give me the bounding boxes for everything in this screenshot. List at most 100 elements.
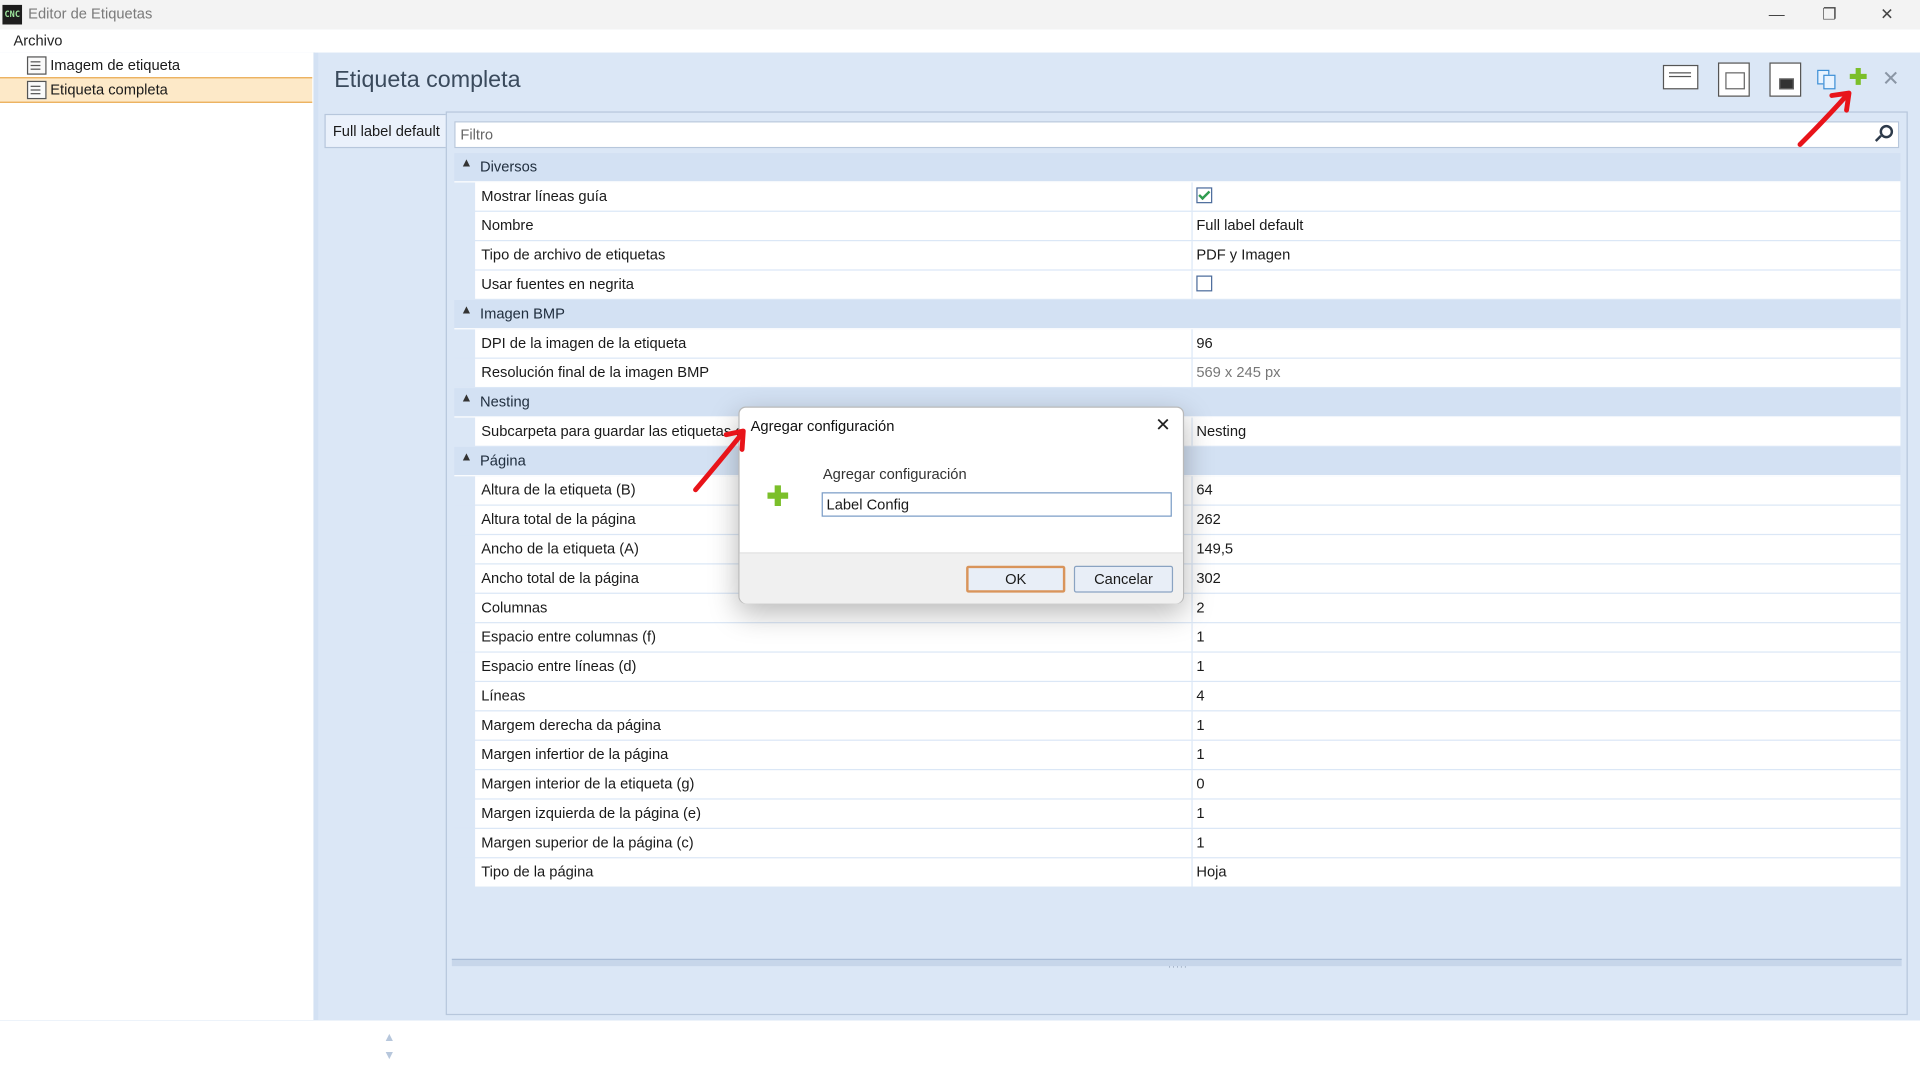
dialog-close-icon[interactable]: ✕	[1155, 414, 1170, 436]
property-name-cell[interactable]: Margen interior de la etiqueta (g)	[475, 770, 1193, 799]
ok-button[interactable]: OK	[966, 565, 1066, 593]
property-value-cell[interactable]: Full label default	[1192, 211, 1901, 241]
property-name: Ancho de la etiqueta (A)	[481, 540, 639, 558]
tab-full-label-default[interactable]: Full label default	[324, 113, 449, 149]
property-value-cell[interactable]	[1192, 270, 1901, 299]
property-name: Margen izquierda de la página (e)	[481, 804, 701, 822]
filter-input[interactable]: Filtro	[454, 121, 1900, 149]
property-name-cell[interactable]: Margem derecha da página	[475, 711, 1193, 740]
copy-config-icon[interactable]	[1817, 69, 1839, 92]
full-label-icon	[26, 80, 47, 100]
scroll-down-icon[interactable]: ▼	[383, 1047, 395, 1065]
collapse-caret-icon[interactable]: ▲	[460, 304, 472, 317]
add-config-icon[interactable]: ✚	[1849, 65, 1867, 91]
tab-scroll-arrows[interactable]: ▲ ▼	[383, 1029, 395, 1065]
property-name: Columnas	[481, 598, 548, 616]
property-value-cell[interactable]: 1	[1192, 740, 1901, 769]
property-value: 96	[1196, 334, 1213, 352]
property-name-cell[interactable]: Mostrar líneas guía	[475, 182, 1193, 211]
category-label: Página	[480, 451, 526, 469]
horizontal-splitter[interactable]: .....	[451, 958, 1902, 970]
checkbox-unchecked[interactable]	[1196, 275, 1213, 292]
config-name-input[interactable]: Label Config	[821, 492, 1172, 517]
collapse-caret-icon[interactable]: ▲	[460, 157, 472, 170]
property-value-cell[interactable]	[1192, 182, 1901, 211]
property-value-cell[interactable]: 96	[1192, 329, 1901, 358]
property-name-cell[interactable]: Usar fuentes en negrita	[475, 270, 1193, 299]
property-value-cell[interactable]: 1	[1192, 623, 1901, 652]
minimize-button[interactable]: —	[1749, 0, 1805, 29]
property-value: PDF y Imagen	[1196, 246, 1291, 264]
property-name-cell[interactable]: Líneas	[475, 682, 1193, 711]
splitter-grip-icon: .....	[1168, 958, 1188, 970]
property-value-cell[interactable]: 262	[1192, 505, 1901, 534]
property-name-cell[interactable]: DPI de la imagen de la etiqueta	[475, 329, 1193, 358]
category-header[interactable]: ▲ Imagen BMP	[454, 300, 1901, 330]
property-name: Usar fuentes en negrita	[481, 275, 634, 293]
property-value-cell[interactable]: 64	[1192, 476, 1901, 505]
checkbox-checked[interactable]	[1196, 187, 1213, 204]
property-name: Margen infertior de la página	[481, 745, 669, 763]
property-row: Tipo de la página Hoja	[454, 858, 1901, 888]
property-name-cell[interactable]: Margen izquierda de la página (e)	[475, 799, 1193, 828]
maximize-button[interactable]: ❐	[1801, 0, 1857, 29]
property-name: Ancho total de la página	[481, 569, 639, 587]
property-name: Altura de la etiqueta (B)	[481, 481, 636, 499]
property-name: Resolución final de la imagen BMP	[481, 363, 710, 381]
search-icon[interactable]	[1879, 124, 1894, 139]
property-value-cell[interactable]: 302	[1192, 564, 1901, 593]
tree-item-imagem-de-etiqueta[interactable]: Imagem de etiqueta	[0, 54, 312, 77]
property-value-cell[interactable]: 1	[1192, 652, 1901, 681]
property-value-cell[interactable]: Hoja	[1192, 858, 1901, 887]
property-name-cell[interactable]: Resolución final de la imagen BMP	[475, 358, 1193, 387]
property-name: Tipo de archivo de etiquetas	[481, 246, 666, 264]
property-row: Resolución final de la imagen BMP 569 x 2…	[454, 358, 1901, 389]
camera-preview-icon[interactable]	[1769, 62, 1802, 97]
property-value-cell[interactable]: 149,5	[1192, 535, 1901, 564]
property-name-cell[interactable]: Tipo de la página	[475, 858, 1193, 887]
property-value-cell[interactable]: 0	[1192, 770, 1901, 799]
delete-config-icon[interactable]: ✕	[1882, 67, 1899, 91]
property-row: Líneas 4	[454, 682, 1901, 712]
label-image-icon	[26, 56, 47, 75]
property-name-cell[interactable]: Nombre	[475, 211, 1193, 241]
property-name-cell[interactable]: Espacio entre columnas (f)	[475, 623, 1193, 652]
category-label: Imagen BMP	[480, 304, 565, 323]
page-layout-icon[interactable]	[1717, 62, 1750, 97]
property-name: DPI de la imagen de la etiqueta	[481, 334, 687, 352]
collapse-caret-icon[interactable]: ▲	[460, 392, 472, 405]
property-value-cell[interactable]: 1	[1192, 828, 1901, 858]
property-value: 1	[1196, 657, 1205, 675]
add-icon: ✚	[766, 481, 790, 512]
add-config-dialog: Agregar configuración ✕ ✚ Agregar config…	[738, 406, 1185, 604]
scroll-up-icon[interactable]: ▲	[383, 1029, 395, 1047]
property-value-cell[interactable]: PDF y Imagen	[1192, 241, 1901, 270]
property-value-cell[interactable]: Nesting	[1192, 417, 1901, 446]
category-header[interactable]: ▲ Diversos	[454, 153, 1901, 183]
property-name-cell[interactable]: Margen infertior de la página	[475, 740, 1193, 769]
tree-item-etiqueta-completa[interactable]: Etiqueta completa	[0, 77, 313, 103]
menu-archivo[interactable]: Archivo	[13, 32, 62, 49]
property-value-cell[interactable]: 1	[1192, 711, 1901, 740]
property-name-cell[interactable]: Espacio entre líneas (d)	[475, 652, 1193, 681]
property-value-cell[interactable]: 2	[1192, 593, 1901, 623]
property-value: 1	[1196, 628, 1205, 646]
property-value-cell[interactable]: 1	[1192, 799, 1901, 828]
close-window-button[interactable]: ✕	[1859, 0, 1915, 29]
property-name: Margen interior de la etiqueta (g)	[481, 775, 695, 793]
property-name-cell[interactable]: Margen superior de la página (c)	[475, 828, 1193, 858]
property-value: 302	[1196, 569, 1221, 587]
property-row: Margen izquierda de la página (e) 1	[454, 799, 1901, 829]
property-value-cell[interactable]: 4	[1192, 682, 1901, 711]
app-window: CNC Editor de Etiquetas — ❐ ✕ Archivo Im…	[0, 0, 1920, 1063]
label-layout-icon[interactable]	[1662, 64, 1699, 90]
property-value: 0	[1196, 775, 1205, 793]
property-row: DPI de la imagen de la etiqueta 96	[454, 329, 1901, 359]
property-name-cell[interactable]: Tipo de archivo de etiquetas	[475, 241, 1193, 270]
collapse-caret-icon[interactable]: ▲	[460, 451, 472, 464]
property-value-cell[interactable]: 569 x 245 px	[1192, 358, 1901, 387]
property-row: Espacio entre columnas (f) 1	[454, 623, 1901, 653]
property-name: Nombre	[481, 216, 534, 234]
cancel-button[interactable]: Cancelar	[1073, 565, 1174, 593]
property-row: Margen infertior de la página 1	[454, 740, 1901, 771]
